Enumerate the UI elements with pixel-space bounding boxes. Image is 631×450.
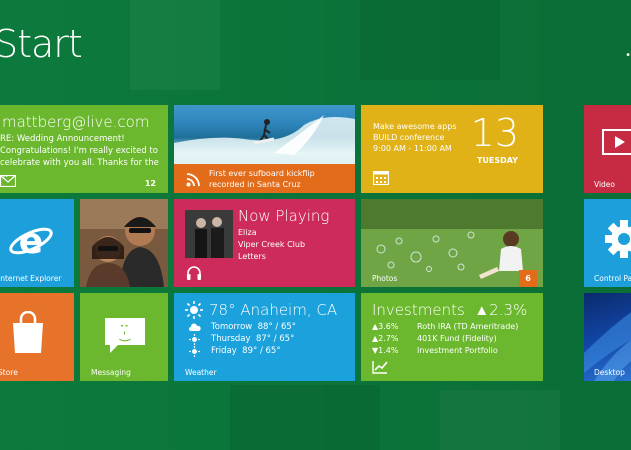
cloud-icon bbox=[189, 323, 201, 331]
forecast-row: Tomorrow 88° / 65° bbox=[211, 322, 296, 332]
calendar-icon bbox=[373, 171, 389, 185]
investment-change: ▲3.6% bbox=[372, 322, 399, 331]
forecast-day: Thursday bbox=[211, 334, 251, 344]
messaging-tile[interactable]: :-) Messaging bbox=[80, 293, 168, 381]
background-panel bbox=[130, 0, 220, 90]
internet-explorer-label: Internet Explorer bbox=[0, 274, 62, 283]
svg-text::-): :-) bbox=[118, 322, 132, 344]
control-panel-label: Control Panel bbox=[594, 274, 631, 283]
people-tile[interactable] bbox=[80, 199, 168, 287]
user-account-indicator[interactable]: • bbox=[625, 50, 631, 61]
photos-label: Photos bbox=[372, 274, 398, 283]
news-caption-line: recorded in Santa Cruz bbox=[209, 180, 301, 189]
forecast-temps: 89° / 65° bbox=[242, 346, 281, 356]
store-tile[interactable]: Store bbox=[0, 293, 74, 381]
investment-change: ▲2.7% bbox=[372, 334, 399, 343]
calendar-date: 13 bbox=[470, 111, 519, 155]
page-title: Start bbox=[0, 22, 83, 66]
rss-icon bbox=[186, 173, 200, 187]
investment-name: 401K Fund (Fidelity) bbox=[417, 334, 497, 343]
calendar-tile[interactable]: Make awesome apps BUILD conference 9:00 … bbox=[361, 105, 543, 193]
investment-row: ▲3.6% Roth IRA (TD Ameritrade) bbox=[372, 322, 518, 331]
mail-unread-count: 12 bbox=[144, 179, 156, 188]
chat-bubble-icon: :-) bbox=[104, 317, 146, 355]
news-tile[interactable]: First ever sufboard kickflip recorded in… bbox=[174, 105, 355, 193]
shopping-bag-icon bbox=[10, 311, 46, 355]
forecast-temps: 88° / 65° bbox=[257, 322, 297, 332]
investment-row: ▼1.4% Investment Portfolio bbox=[372, 346, 498, 355]
now-playing-track: Letters bbox=[238, 252, 266, 261]
people-photo bbox=[80, 199, 168, 287]
store-label: Store bbox=[0, 368, 18, 377]
messaging-label: Messaging bbox=[91, 368, 131, 377]
mail-tile[interactable]: mattberg@live.com RE: Wedding Announceme… bbox=[0, 105, 168, 193]
weather-tile[interactable]: 78° Anaheim, CA Tomorrow 88° / 65° Thurs… bbox=[174, 293, 355, 381]
investment-name: Investment Portfolio bbox=[417, 346, 498, 355]
mail-address: mattberg@live.com bbox=[2, 113, 150, 131]
photos-count-badge: 6 bbox=[519, 270, 537, 287]
calendar-event-title: Make awesome apps bbox=[373, 122, 457, 131]
background-panel bbox=[230, 385, 380, 450]
gear-icon bbox=[604, 219, 631, 259]
investments-total-change: ▲2.3% bbox=[474, 301, 528, 319]
forecast-temps: 87° / 65° bbox=[255, 334, 295, 344]
music-tile[interactable]: Now Playing Eliza Viper Creek Club Lette… bbox=[174, 199, 355, 287]
photos-tile[interactable]: Photos 6 bbox=[361, 199, 543, 287]
forecast-day: Friday bbox=[211, 346, 237, 356]
chart-icon bbox=[372, 360, 388, 374]
calendar-event: Make awesome apps BUILD conference 9:00 … bbox=[373, 121, 457, 154]
weather-current: 78° Anaheim, CA bbox=[209, 301, 338, 319]
background-panel bbox=[440, 390, 560, 450]
forecast-day: Tomorrow bbox=[211, 322, 253, 332]
internet-explorer-tile[interactable]: e Internet Explorer bbox=[0, 199, 74, 287]
mail-preview: RE: Wedding Announcement! Congratulation… bbox=[0, 133, 168, 181]
calendar-event-location: BUILD conference bbox=[373, 133, 445, 142]
album-art bbox=[185, 210, 233, 258]
now-playing-title: Now Playing bbox=[238, 207, 330, 225]
control-panel-tile[interactable]: Control Panel bbox=[584, 199, 631, 287]
background-panel bbox=[360, 0, 500, 80]
news-caption-line: First ever sufboard kickflip bbox=[209, 169, 315, 178]
internet-explorer-icon: e bbox=[8, 219, 54, 263]
finance-tile[interactable]: Investments ▲2.3% ▲3.6% Roth IRA (TD Ame… bbox=[361, 293, 543, 381]
mail-preview-line: celebrate with you all. Thanks for the .… bbox=[0, 158, 159, 180]
news-caption: First ever sufboard kickflip recorded in… bbox=[209, 168, 315, 190]
mail-preview-line: Congratulations! I'm really excited to bbox=[0, 146, 158, 156]
mail-subject: RE: Wedding Announcement! bbox=[0, 134, 125, 144]
investment-name: Roth IRA (TD Ameritrade) bbox=[417, 322, 519, 331]
desktop-label: Desktop bbox=[594, 368, 625, 377]
now-playing-album: Viper Creek Club bbox=[238, 240, 306, 249]
mail-icon bbox=[0, 175, 16, 187]
investments-title: Investments ▲2.3% bbox=[372, 301, 527, 319]
forecast-row: Thursday 87° / 65° bbox=[211, 334, 294, 344]
news-photo bbox=[174, 105, 355, 164]
weather-label: Weather bbox=[185, 368, 217, 377]
sun-icon bbox=[189, 334, 200, 345]
investments-heading: Investments bbox=[372, 301, 465, 319]
video-tile[interactable]: Video bbox=[584, 105, 631, 193]
video-icon bbox=[602, 129, 631, 159]
now-playing-artist: Eliza bbox=[238, 228, 257, 237]
calendar-weekday: TUESDAY bbox=[476, 156, 518, 165]
sun-icon bbox=[189, 346, 200, 357]
headphones-icon bbox=[186, 265, 202, 281]
investment-change: ▼1.4% bbox=[372, 346, 399, 355]
video-label: Video bbox=[594, 180, 616, 189]
calendar-event-time: 9:00 AM - 11:00 AM bbox=[373, 144, 452, 153]
forecast-row: Friday 89° / 65° bbox=[211, 346, 281, 356]
svg-text:e: e bbox=[19, 221, 43, 262]
desktop-tile[interactable]: Desktop bbox=[584, 293, 631, 381]
sun-icon bbox=[185, 301, 203, 319]
investment-row: ▲2.7% 401K Fund (Fidelity) bbox=[372, 334, 497, 343]
